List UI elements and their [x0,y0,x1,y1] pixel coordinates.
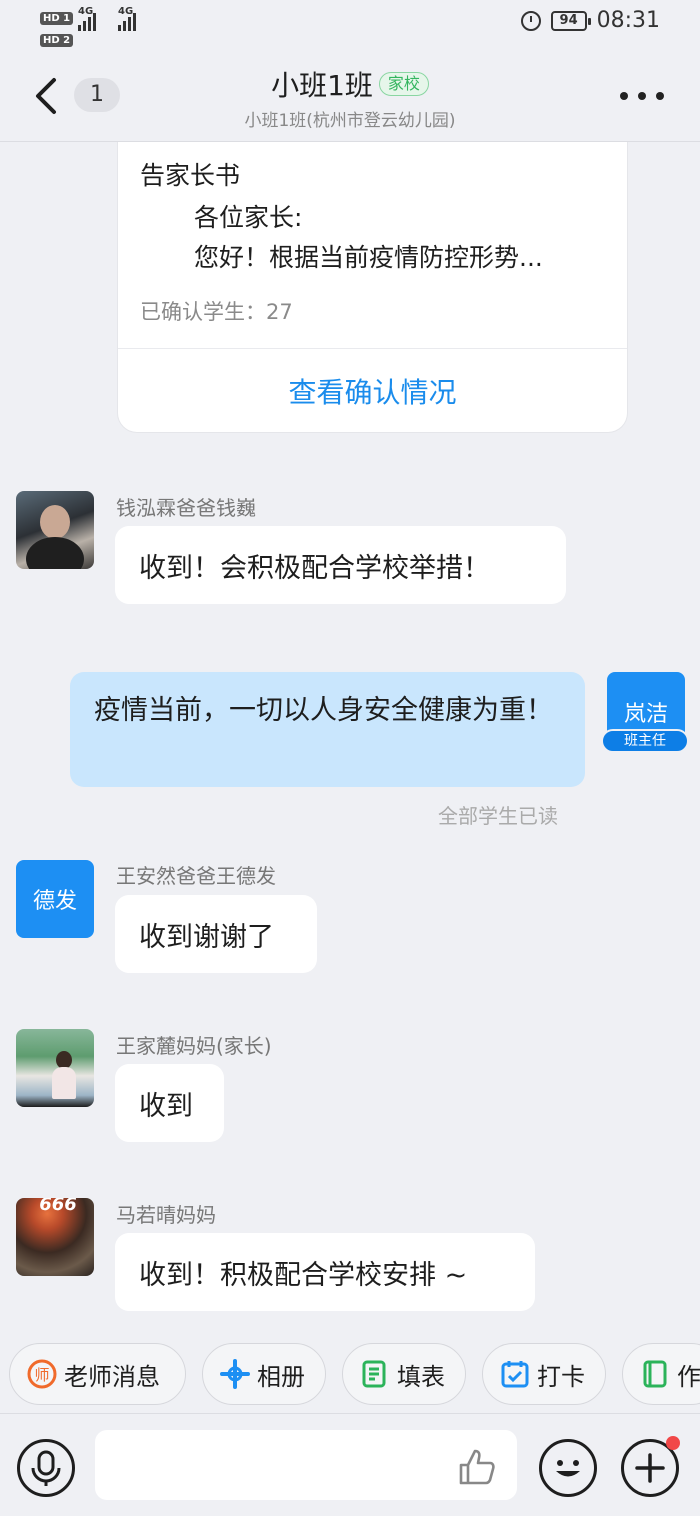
alarm-icon [520,10,541,31]
chip-label: 填表 [397,1362,445,1391]
notice-greeting: 各位家长: [194,203,303,232]
chip-label: 作 [677,1362,700,1391]
chip-label: 相册 [257,1362,305,1391]
signal-icon: 4G [118,6,138,31]
signal-icon: 4G [78,6,98,31]
divider [118,348,627,349]
sim2-badge: HD 2 [40,34,74,47]
role-badge: 班主任 [601,729,689,753]
more-options-icon[interactable] [620,92,664,102]
outgoing-message-bubble[interactable]: 疫情当前，一切以人身安全健康为重！ [70,672,585,787]
avatar-overlay-text: 666 [39,1198,77,1215]
notice-card[interactable]: 告家长书 各位家长: 您好！根据当前疫情防控形势... 已确认学生：27 查看确… [117,142,628,433]
homework-icon [639,1358,671,1390]
network-label: 4G [118,6,134,17]
input-bar [0,1415,700,1516]
sender-name: 王安然爸爸王德发 [116,864,276,888]
message-input[interactable] [95,1430,517,1500]
chip-label: 老师消息 [64,1362,160,1391]
notice-preview: 您好！根据当前疫情防控形势... [194,243,543,272]
message-bubble[interactable]: 收到谢谢了 [115,895,317,973]
chat-title: 小班1班 [271,69,373,102]
home-school-tag: 家校 [378,72,429,96]
voice-input-icon[interactable] [17,1439,75,1497]
homework-chip[interactable]: 作 [622,1343,700,1405]
checkin-icon [499,1358,531,1390]
thumbs-up-icon[interactable] [455,1445,499,1489]
teacher-messages-chip[interactable]: 师 老师消息 [9,1343,186,1405]
sender-name: 马若晴妈妈 [116,1203,216,1227]
sender-name: 钱泓霖爸爸钱巍 [116,496,256,520]
avatar-text: 岚洁 [623,702,668,727]
chat-subtitle: 小班1班(杭州市登云幼儿园) [244,111,456,131]
sim-indicators: HD 1 HD 2 [40,6,74,50]
notice-title: 告家长书 [140,161,241,190]
form-chip[interactable]: 填表 [342,1343,466,1405]
sim1-badge: HD 1 [40,12,74,25]
sender-name: 王家麓妈妈(家长) [116,1034,272,1058]
album-icon [219,1358,251,1390]
album-chip[interactable]: 相册 [202,1343,326,1405]
emoji-icon[interactable] [539,1439,597,1497]
status-bar: HD 1 HD 2 4G 4G 94 08:31 [0,0,700,50]
confirmed-count: 已确认学生：27 [140,300,293,324]
teacher-icon: 师 [26,1358,58,1390]
message-bubble[interactable]: 收到！积极配合学校安排 ~ [115,1233,535,1311]
form-icon [359,1358,391,1390]
avatar[interactable]: 666 [16,1198,94,1276]
quick-actions-bar: 师 老师消息 相册 填表 打卡 作 [0,1336,700,1414]
chat-header: 1 小班1班 家校 小班1班(杭州市登云幼儿园) [0,50,700,142]
chip-label: 打卡 [537,1362,585,1391]
view-confirmation-link[interactable]: 查看确认情况 [118,371,627,411]
avatar[interactable] [16,1029,94,1107]
svg-text:师: 师 [34,1366,49,1384]
message-bubble[interactable]: 收到！会积极配合学校举措！ [115,526,566,604]
avatar[interactable]: 德发 [16,860,94,938]
notification-dot [666,1436,680,1450]
network-label: 4G [78,6,94,17]
message-bubble[interactable]: 收到 [115,1064,224,1142]
avatar[interactable] [16,491,94,569]
checkin-chip[interactable]: 打卡 [482,1343,606,1405]
title-group: 小班1班 家校 [0,64,700,104]
battery-icon: 94 [550,10,591,31]
clock: 08:31 [596,8,660,33]
read-status: 全部学生已读 [438,804,558,828]
